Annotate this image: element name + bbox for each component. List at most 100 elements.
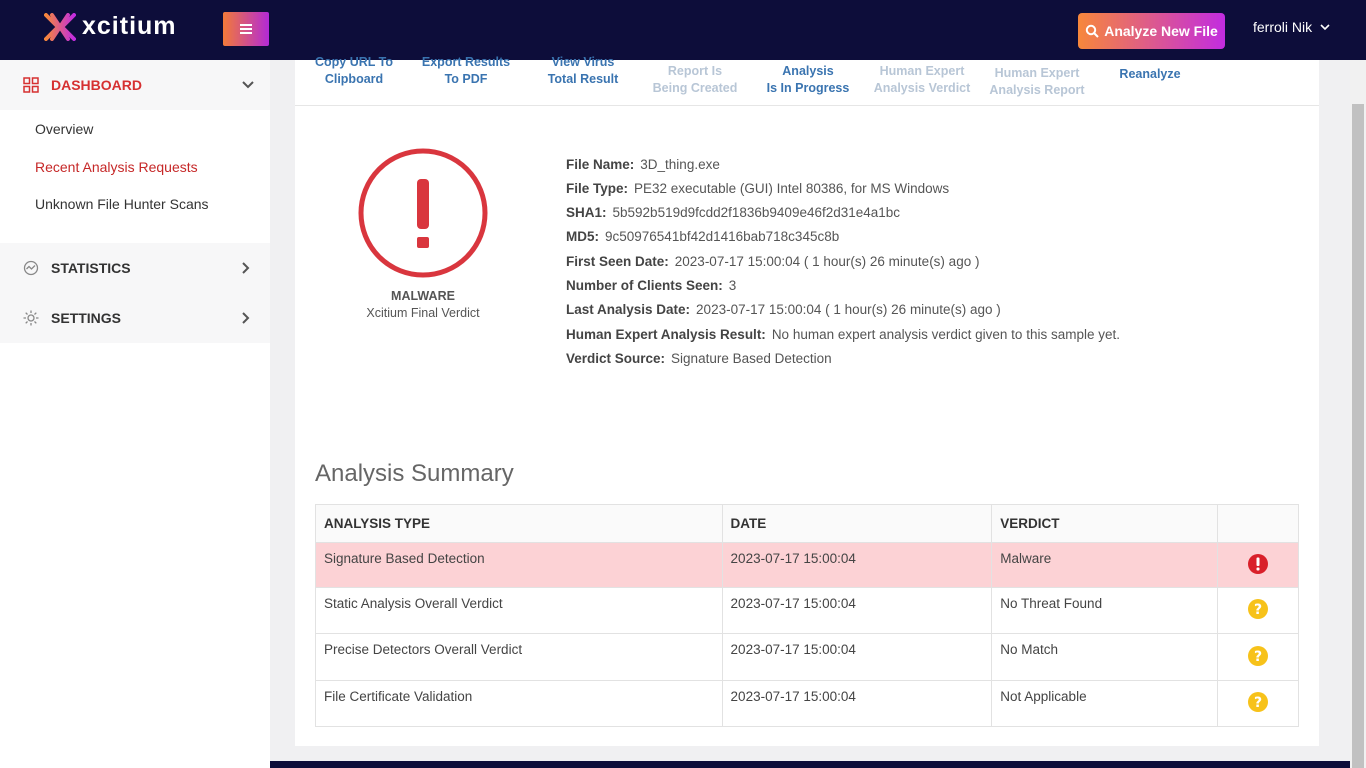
first-seen-label: First Seen Date:	[566, 254, 669, 269]
alert-icon	[1248, 553, 1269, 574]
analysis-result-card: Copy URL To Clipboard Export Results To …	[295, 55, 1319, 746]
clients-seen-value: 3	[728, 278, 737, 293]
report-status-line1: Report Is	[667, 64, 723, 78]
export-pdf-button[interactable]: Export Results To PDF	[407, 54, 525, 88]
user-menu[interactable]: ferroli Nik	[1253, 19, 1330, 35]
copy-url-label-line2: Clipboard	[324, 72, 384, 86]
cell-verdict: Not Applicable	[991, 680, 1219, 727]
sidebar-item-dashboard[interactable]: DASHBOARD	[0, 60, 270, 110]
chevron-down-icon	[1320, 23, 1330, 30]
human-result-value: No human expert analysis verdict given t…	[771, 327, 1120, 342]
cell-date: 2023-07-17 15:00:04	[721, 542, 993, 588]
copy-url-button[interactable]: Copy URL To Clipboard	[295, 54, 413, 88]
malware-alert-icon	[358, 148, 488, 278]
cell-date: 2023-07-17 15:00:04	[721, 633, 993, 681]
reanalyze-button[interactable]: Reanalyze	[1100, 66, 1200, 83]
last-analysis-row: Last Analysis Date: 2023-07-17 15:00:04 (…	[566, 302, 1001, 317]
analysis-summary-title: Analysis Summary	[315, 460, 514, 487]
column-header-analysis-type: ANALYSIS TYPE	[315, 504, 723, 543]
verdict-label: MALWARE	[391, 289, 455, 303]
human-report-line2: Analysis Report	[989, 83, 1085, 97]
dashboard-grid-icon	[23, 77, 39, 93]
human-expert-report-button: Human Expert Analysis Report	[977, 65, 1097, 99]
clients-seen-row: Number of Clients Seen: 3	[566, 278, 736, 293]
sha1-label: SHA1:	[566, 205, 607, 220]
report-status-line2: Being Created	[652, 81, 738, 95]
first-seen-row: First Seen Date: 2023-07-17 15:00:04 ( 1 …	[566, 254, 979, 269]
verdict-source-value: Signature Based Detection	[671, 351, 832, 366]
view-vt-label-line2: Total Result	[547, 72, 619, 86]
sidebar-item-overview[interactable]: Overview	[35, 121, 93, 137]
human-expert-verdict-button: Human Expert Analysis Verdict	[862, 63, 982, 97]
human-report-line1: Human Expert	[994, 66, 1080, 80]
human-result-label: Human Expert Analysis Result:	[566, 327, 766, 342]
clients-seen-label: Number of Clients Seen:	[566, 278, 723, 293]
verdict-sublabel: Xcitium Final Verdict	[366, 306, 480, 320]
table-row: File Certificate Validation 2023-07-17 1…	[315, 680, 1299, 727]
human-verdict-line2: Analysis Verdict	[873, 81, 971, 95]
sidebar-item-statistics[interactable]: STATISTICS	[0, 243, 270, 293]
last-analysis-label: Last Analysis Date:	[566, 302, 691, 317]
statistics-icon	[23, 260, 39, 276]
cell-analysis-type: Precise Detectors Overall Verdict	[315, 633, 723, 681]
first-seen-value: 2023-07-17 15:00:04 ( 1 hour(s) 26 minut…	[674, 254, 980, 269]
analysis-summary-table: ANALYSIS TYPE DATE VERDICT Signature Bas…	[315, 504, 1299, 727]
table-row: Static Analysis Overall Verdict 2023-07-…	[315, 587, 1299, 634]
svg-text:?: ?	[1254, 602, 1262, 618]
sidebar-label-settings: SETTINGS	[51, 310, 122, 326]
brand-logo[interactable]: xcitium	[44, 12, 177, 41]
view-virustotal-button[interactable]: View Virus Total Result	[524, 54, 642, 88]
human-verdict-line1: Human Expert	[879, 64, 965, 78]
cell-analysis-type: File Certificate Validation	[315, 680, 723, 727]
sidebar-item-unknown-file-hunter-scans[interactable]: Unknown File Hunter Scans	[35, 196, 209, 212]
cell-verdict: Malware	[991, 542, 1219, 588]
analyze-new-file-button[interactable]: Analyze New File	[1078, 13, 1225, 49]
file-type-label: File Type:	[566, 181, 629, 196]
sidebar-label-dashboard: DASHBOARD	[51, 77, 142, 93]
table-row: Precise Detectors Overall Verdict 2023-0…	[315, 633, 1299, 681]
verdict-source-label: Verdict Source:	[566, 351, 666, 366]
copy-url-label-line1: Copy URL To	[314, 55, 393, 69]
cell-verdict-icon: ?	[1217, 633, 1299, 681]
hamburger-icon	[240, 24, 252, 34]
last-analysis-value: 2023-07-17 15:00:04 ( 1 hour(s) 26 minut…	[696, 302, 1001, 317]
column-header-verdict: VERDICT	[991, 504, 1219, 543]
export-pdf-label-line1: Export Results	[421, 55, 511, 69]
question-icon: ?	[1248, 645, 1269, 666]
cell-date: 2023-07-17 15:00:04	[721, 680, 993, 727]
question-icon: ?	[1248, 599, 1269, 619]
page-scrollbar[interactable]	[1350, 60, 1366, 768]
chevron-right-icon	[242, 312, 250, 324]
action-toolbar: Copy URL To Clipboard Export Results To …	[295, 55, 1319, 106]
svg-text:?: ?	[1254, 695, 1262, 711]
md5-label: MD5:	[566, 229, 599, 244]
file-name-label: File Name:	[566, 157, 635, 172]
cell-verdict: No Threat Found	[991, 587, 1219, 634]
cell-verdict-icon: ?	[1217, 680, 1299, 727]
footer-band	[270, 761, 1350, 768]
file-type-row: File Type: PE32 executable (GUI) Intel 80…	[566, 181, 949, 196]
view-vt-label-line1: View Virus	[551, 55, 615, 69]
top-bar: xcitium Analyze New File ferroli Nik	[0, 0, 1366, 60]
table-header-row: ANALYSIS TYPE DATE VERDICT	[315, 504, 1299, 543]
file-type-value: PE32 executable (GUI) Intel 80386, for M…	[634, 181, 950, 196]
gear-icon	[23, 310, 39, 326]
sidebar-label-statistics: STATISTICS	[51, 260, 131, 276]
sha1-value: 5b592b519d9fcdd2f1836b9409e46f2d31e4a1bc	[612, 205, 901, 220]
report-being-created-status: Report Is Being Created	[635, 63, 755, 97]
brand-name: xcitium	[82, 12, 177, 40]
menu-toggle-button[interactable]	[223, 12, 269, 46]
column-header-date: DATE	[721, 504, 993, 543]
cell-verdict-icon: ?	[1217, 587, 1299, 634]
table-row: Signature Based Detection 2023-07-17 15:…	[315, 542, 1299, 588]
sidebar: DASHBOARD Overview Recent Analysis Reque…	[0, 60, 270, 768]
sidebar-item-settings[interactable]: SETTINGS	[0, 293, 270, 343]
sidebar-item-recent-analysis-requests[interactable]: Recent Analysis Requests	[35, 159, 198, 175]
verdict-source-row: Verdict Source: Signature Based Detection	[566, 351, 832, 366]
column-header-icon	[1217, 504, 1299, 543]
cell-verdict: No Match	[991, 633, 1219, 681]
human-result-row: Human Expert Analysis Result: No human ex…	[566, 327, 1120, 342]
cell-analysis-type: Static Analysis Overall Verdict	[315, 587, 723, 634]
scrollbar-thumb[interactable]	[1352, 104, 1364, 768]
analysis-in-progress-status[interactable]: Analysis Is In Progress	[748, 63, 868, 97]
